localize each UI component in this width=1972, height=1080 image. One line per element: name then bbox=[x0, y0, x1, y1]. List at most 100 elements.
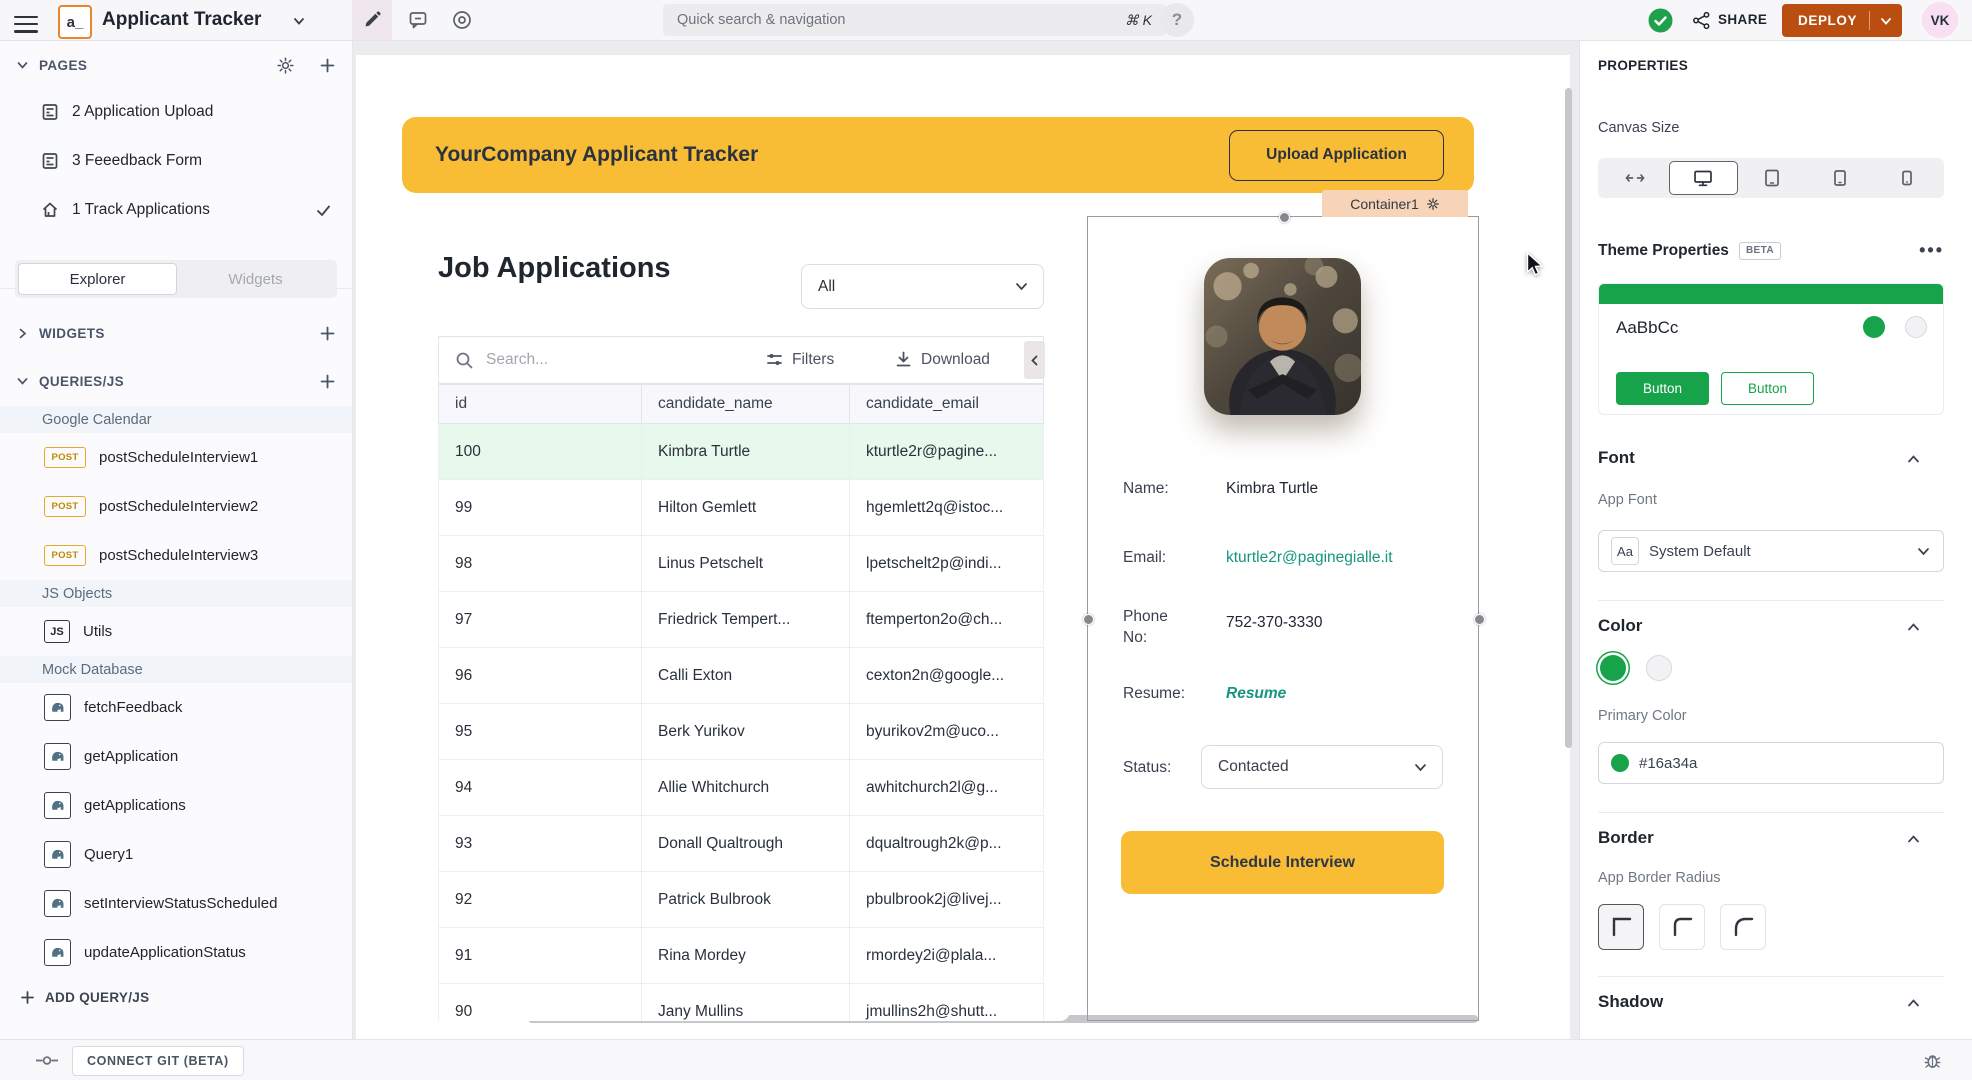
connect-git-button[interactable]: CONNECT GIT (BETA) bbox=[72, 1046, 244, 1076]
table-cell[interactable]: 100 bbox=[439, 424, 642, 479]
table-row[interactable]: 95Berk Yurikovbyurikov2m@uco... bbox=[438, 704, 1044, 760]
add-query-icon[interactable] bbox=[319, 373, 336, 390]
color-swatch-green[interactable] bbox=[1600, 655, 1626, 681]
tab-widgets[interactable]: Widgets bbox=[177, 263, 334, 295]
query-item[interactable]: getApplications bbox=[0, 781, 352, 830]
app-name-chevron-icon[interactable] bbox=[292, 14, 306, 28]
table-cell[interactable]: Berk Yurikov bbox=[642, 704, 850, 759]
color-swatch-neutral[interactable] bbox=[1646, 655, 1672, 681]
theme-neutral-circle[interactable] bbox=[1905, 316, 1927, 338]
theme-button-outline[interactable]: Button bbox=[1721, 372, 1814, 405]
share-button[interactable]: SHARE bbox=[1718, 0, 1767, 40]
border-radius-large-option[interactable] bbox=[1720, 904, 1766, 950]
table-cell[interactable]: 93 bbox=[439, 816, 642, 871]
widget-settings-gear-icon[interactable] bbox=[1426, 197, 1440, 211]
table-cell[interactable]: Hilton Gemlett bbox=[642, 480, 850, 535]
table-row[interactable]: 92Patrick Bulbrookpbulbrook2j@livej... bbox=[438, 872, 1044, 928]
table-cell[interactable]: 92 bbox=[439, 872, 642, 927]
app-header-banner[interactable]: YourCompany Applicant Tracker Upload App… bbox=[402, 117, 1474, 193]
primary-color-input[interactable]: #16a34a bbox=[1598, 742, 1944, 784]
table-cell[interactable]: pbulbrook2j@livej... bbox=[850, 872, 1045, 927]
resume-link[interactable]: Resume bbox=[1226, 685, 1286, 703]
shadow-section-header[interactable]: Shadow bbox=[1598, 992, 1663, 1012]
theme-accent-circle[interactable] bbox=[1863, 316, 1885, 338]
user-avatar[interactable]: VK bbox=[1922, 2, 1958, 38]
table-row[interactable]: 94Allie Whitchurchawhitchurch2l@g... bbox=[438, 760, 1044, 816]
deploy-button[interactable]: DEPLOY bbox=[1782, 4, 1902, 37]
shadow-collapse-icon[interactable] bbox=[1906, 996, 1921, 1011]
border-radius-medium-option[interactable] bbox=[1659, 904, 1705, 950]
border-collapse-icon[interactable] bbox=[1906, 832, 1921, 847]
table-row[interactable]: 93Donall Qualtroughdqualtrough2k@p... bbox=[438, 816, 1044, 872]
table-row[interactable]: 98Linus Petscheltlpetschelt2p@indi... bbox=[438, 536, 1044, 592]
table-row[interactable]: 90Jany Mullinsjmullins2h@shutt... bbox=[438, 984, 1044, 1021]
deploy-chevron-icon[interactable] bbox=[1870, 15, 1902, 27]
table-cell[interactable]: Rina Mordey bbox=[642, 928, 850, 983]
canvas-size-desktop-icon[interactable] bbox=[1669, 161, 1739, 195]
table-cell[interactable]: 97 bbox=[439, 592, 642, 647]
query-item[interactable]: setInterviewStatusScheduled bbox=[0, 879, 352, 928]
query-item[interactable]: getApplication bbox=[0, 732, 352, 781]
resize-handle-right[interactable] bbox=[1474, 614, 1485, 625]
table-row[interactable]: 91Rina Mordeyrmordey2i@plala... bbox=[438, 928, 1044, 984]
add-widget-icon[interactable] bbox=[319, 325, 336, 342]
help-button[interactable]: ? bbox=[1160, 3, 1194, 37]
canvas-size-mobile-icon[interactable] bbox=[1873, 161, 1941, 195]
resize-handle-top[interactable] bbox=[1279, 212, 1290, 223]
table-cell[interactable]: 98 bbox=[439, 536, 642, 591]
border-section-header[interactable]: Border bbox=[1598, 828, 1654, 848]
edit-mode-button[interactable] bbox=[352, 0, 392, 40]
table-cell[interactable]: 94 bbox=[439, 760, 642, 815]
debug-bug-icon[interactable] bbox=[1922, 1050, 1943, 1071]
pages-settings-gear-icon[interactable] bbox=[276, 56, 295, 75]
container1-widget-tag[interactable]: Container1 bbox=[1322, 190, 1468, 217]
font-section-header[interactable]: Font bbox=[1598, 448, 1635, 468]
sidebar-page-item[interactable]: 3 Feeedback Form bbox=[0, 145, 352, 177]
canvas-vertical-scrollbar[interactable] bbox=[1565, 88, 1572, 748]
table-cell[interactable]: awhitchurch2l@g... bbox=[850, 760, 1045, 815]
preview-button[interactable] bbox=[442, 0, 482, 40]
comments-button[interactable] bbox=[398, 0, 438, 40]
theme-menu-button[interactable]: ••• bbox=[1919, 240, 1944, 261]
table-cell[interactable]: 96 bbox=[439, 648, 642, 703]
pages-header[interactable]: PAGES bbox=[16, 56, 336, 75]
table-cell[interactable]: rmordey2i@plala... bbox=[850, 928, 1045, 983]
quick-search-input[interactable]: Quick search & navigation ⌘ K bbox=[663, 4, 1166, 36]
canvas-size-tablet-icon[interactable] bbox=[1806, 161, 1874, 195]
table-cell[interactable]: kturtle2r@pagine... bbox=[850, 424, 1045, 479]
table-cell[interactable]: 95 bbox=[439, 704, 642, 759]
table-cell[interactable]: cexton2n@google... bbox=[850, 648, 1045, 703]
table-cell[interactable]: Linus Petschelt bbox=[642, 536, 850, 591]
widgets-section-header[interactable]: WIDGETS bbox=[16, 325, 336, 342]
table-row[interactable]: 97Friedrick Tempert...ftemperton2o@ch... bbox=[438, 592, 1044, 648]
table-column-header[interactable]: id bbox=[439, 385, 642, 423]
table-cell[interactable]: ftemperton2o@ch... bbox=[850, 592, 1045, 647]
theme-button-filled[interactable]: Button bbox=[1616, 372, 1709, 405]
table-cell[interactable]: jmullins2h@shutt... bbox=[850, 984, 1045, 1021]
table-cell[interactable]: Friedrick Tempert... bbox=[642, 592, 850, 647]
color-collapse-icon[interactable] bbox=[1906, 620, 1921, 635]
canvas-size-fluid-icon[interactable] bbox=[1601, 161, 1669, 195]
tab-explorer[interactable]: Explorer bbox=[18, 263, 177, 295]
filters-button[interactable]: Filters bbox=[765, 350, 834, 369]
collapse-panel-button[interactable] bbox=[1024, 341, 1045, 379]
table-cell[interactable]: Allie Whitchurch bbox=[642, 760, 850, 815]
sidebar-page-item[interactable]: 1 Track Applications bbox=[0, 194, 352, 226]
sidebar-page-item[interactable]: 2 Application Upload bbox=[0, 96, 352, 128]
table-cell[interactable]: Kimbra Turtle bbox=[642, 424, 850, 479]
table-cell[interactable]: Donall Qualtrough bbox=[642, 816, 850, 871]
schedule-interview-button[interactable]: Schedule Interview bbox=[1121, 831, 1444, 894]
query-item[interactable]: POSTpostScheduleInterview2 bbox=[0, 482, 352, 531]
add-page-icon[interactable] bbox=[319, 57, 336, 74]
canvas-size-tablet-landscape-icon[interactable] bbox=[1738, 161, 1806, 195]
table-row[interactable]: 96Calli Extoncexton2n@google... bbox=[438, 648, 1044, 704]
resize-handle-left[interactable] bbox=[1083, 614, 1094, 625]
border-radius-sharp-option[interactable] bbox=[1598, 904, 1644, 950]
table-cell[interactable]: hgemlett2q@istoc... bbox=[850, 480, 1045, 535]
status-filter-select[interactable]: All bbox=[801, 264, 1044, 309]
add-query-js-button[interactable]: ADD QUERY/JS bbox=[20, 990, 149, 1005]
status-dropdown[interactable]: Contacted bbox=[1201, 745, 1443, 789]
email-link[interactable]: kturtle2r@paginegialle.it bbox=[1226, 549, 1393, 567]
color-section-header[interactable]: Color bbox=[1598, 616, 1642, 636]
queries-section-header[interactable]: QUERIES/JS bbox=[16, 373, 336, 390]
